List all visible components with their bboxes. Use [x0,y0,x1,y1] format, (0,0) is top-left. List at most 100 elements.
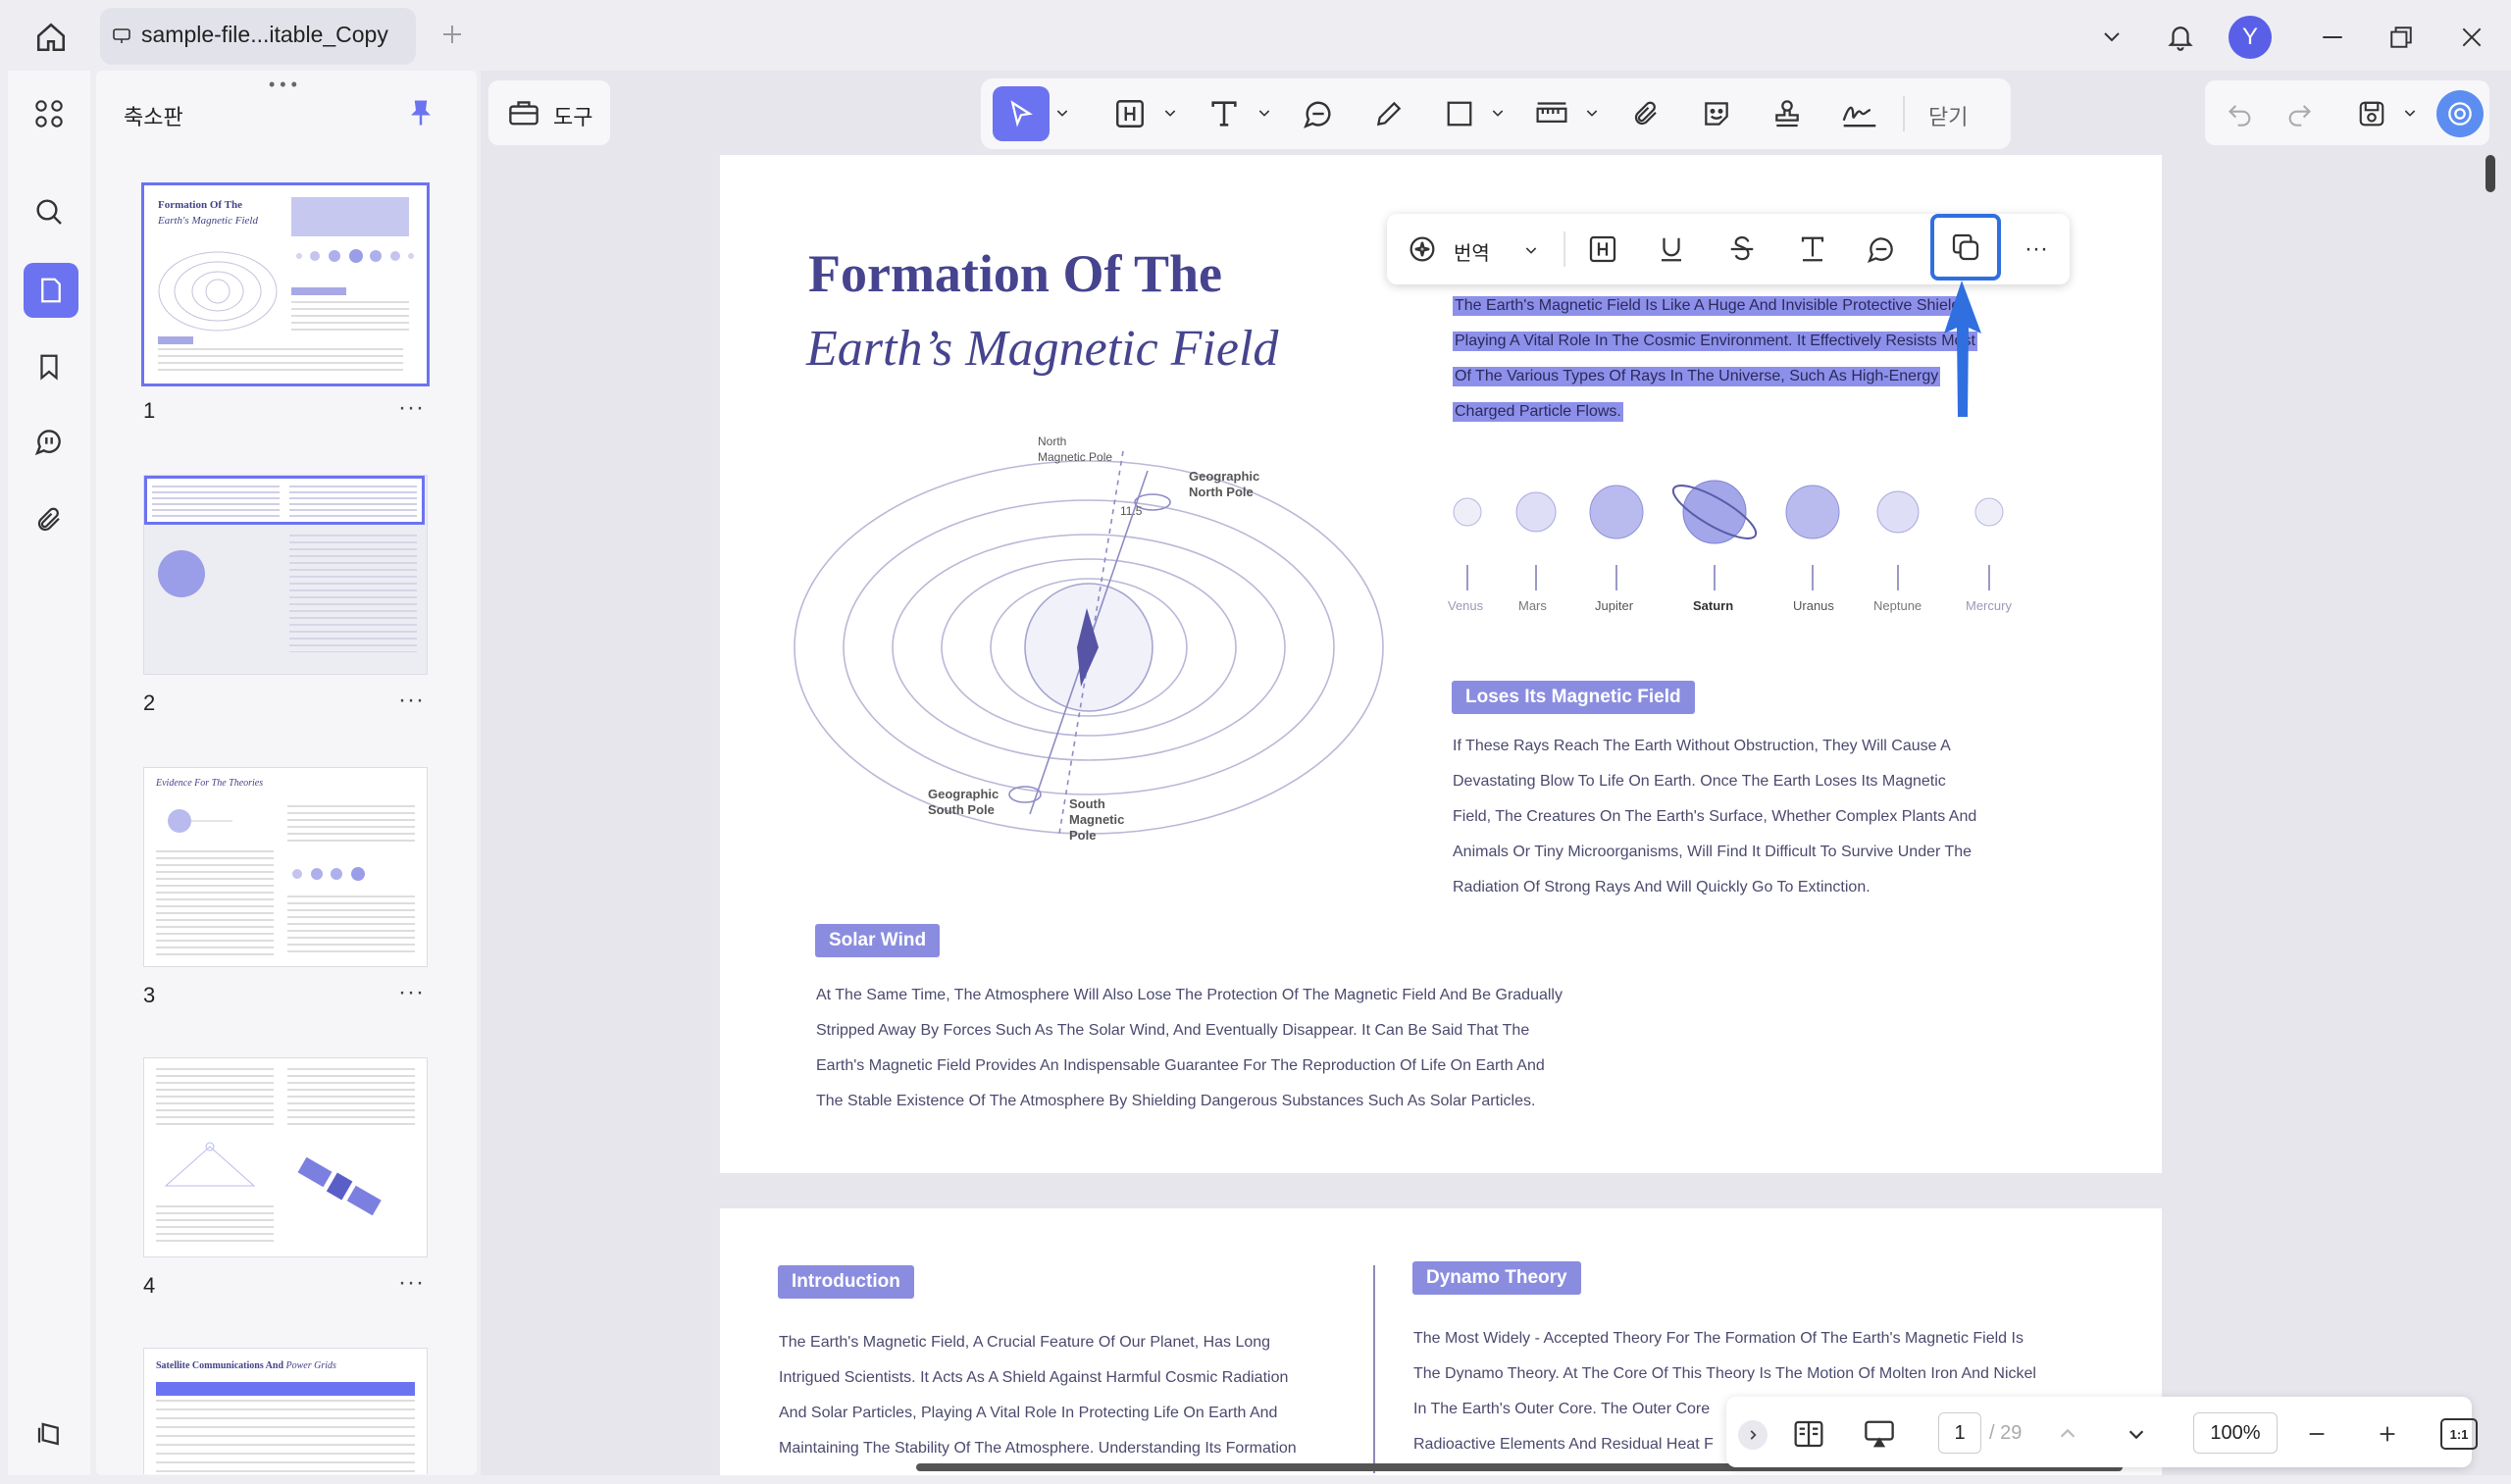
text-replace-icon[interactable] [1791,228,1834,271]
presentation-icon[interactable] [1858,1412,1901,1456]
chevron-down-icon[interactable] [1487,102,1509,124]
thumbnail-more-button[interactable]: ··· [398,1269,425,1297]
comments-icon[interactable] [27,420,71,463]
apps-grid-icon[interactable] [27,92,71,135]
save-icon[interactable] [2350,92,2393,135]
zoom-out-icon[interactable] [2299,1416,2334,1452]
thumbnail-page-2[interactable] [143,475,428,675]
south-magnetic-pole-label: South Magnetic Pole [1069,796,1125,843]
highlight-text-icon[interactable] [1581,228,1624,271]
tools-label: 도구 [553,105,593,129]
measure-tool-icon[interactable] [1530,92,1573,135]
paragraph-line: Stripped Away By Forces Such As The Sola… [816,1022,1530,1039]
paragraph-line: Animals Or Tiny Microorganisms, Will Fin… [1453,844,1973,860]
signature-icon[interactable] [1836,92,1883,135]
attachment-icon[interactable] [27,498,71,541]
toolbar-divider [1563,231,1565,267]
thumb-5-title-italic: Power Grids [285,1360,336,1371]
user-avatar[interactable]: Y [2229,16,2272,59]
chevron-down-icon[interactable] [1520,239,1542,261]
thumbnail-more-button[interactable]: ··· [398,687,425,714]
close-annotation-button[interactable]: 닫기 [1928,100,1968,131]
highlight-tool-icon[interactable] [1108,92,1152,135]
next-page-icon[interactable] [2119,1416,2154,1452]
chevron-down-icon[interactable] [1581,102,1603,124]
comment-tool-icon[interactable] [1297,92,1340,135]
thumbnail-page-4[interactable] [143,1057,428,1257]
zoom-level[interactable]: 100% [2193,1412,2278,1454]
sticker-icon[interactable] [1695,92,1738,135]
page-layout-icon[interactable] [1787,1412,1830,1456]
thumb-3-text [156,850,274,958]
paragraph-line: Earth's Magnetic Field Provides An Indis… [816,1057,1545,1074]
paperclip-icon[interactable] [1624,92,1667,135]
strikethrough-icon[interactable] [1720,228,1764,271]
thumbnail-page-1[interactable]: Formation Of The Earth's Magnetic Field [141,182,430,386]
thumbnail-more-button[interactable]: ··· [398,394,425,422]
planet-label: Saturn [1693,598,1734,613]
rectangle-tool-icon[interactable] [1438,92,1481,135]
previous-page-icon[interactable] [2050,1416,2085,1452]
thumbnail-page-3[interactable]: Evidence For The Theories [143,767,428,967]
thumbnail-number: 3 [143,983,156,1007]
chevron-down-icon[interactable] [2399,102,2421,124]
more-options-button[interactable]: ··· [2024,235,2048,263]
minimize-icon[interactable] [2315,20,2350,55]
chevron-down-icon[interactable] [2095,20,2128,53]
paragraph-line: At The Same Time, The Atmosphere Will Al… [816,987,1563,1003]
thumbnails-icon[interactable] [24,263,78,318]
restore-icon[interactable] [2383,20,2419,55]
selected-text-line[interactable]: Of The Various Types Of Rays In The Univ… [1453,367,1941,386]
selected-text-line[interactable]: The Earth's Magnetic Field Is Like A Hug… [1453,296,1967,316]
planet-label: Jupiter [1595,598,1634,613]
pencil-tool-icon[interactable] [1367,92,1410,135]
chevron-down-icon[interactable] [1051,102,1073,124]
north-magnetic-pole-label: North Magnetic Pole [1038,435,1113,464]
underline-icon[interactable] [1650,228,1693,271]
copy-icon[interactable] [1930,214,2001,281]
select-tool-icon[interactable] [993,86,1050,141]
new-tab-plus-icon[interactable] [437,20,467,49]
stamp-icon[interactable] [1766,92,1809,135]
bell-icon[interactable] [2162,18,2199,55]
chevron-down-icon[interactable] [1254,102,1275,124]
collapse-arrow-icon[interactable] [1738,1420,1768,1450]
vertical-scrollbar[interactable] [2485,155,2495,192]
selected-text-line[interactable]: Charged Particle Flows. [1453,402,1623,422]
thumbnail-more-button[interactable]: ··· [398,979,425,1006]
undo-icon[interactable] [2219,92,2262,135]
comment-icon[interactable] [1860,228,1903,271]
panel-title: 축소판 [124,105,183,129]
paragraph-line: If These Rays Reach The Earth Without Ob… [1453,738,1951,754]
close-window-icon[interactable] [2454,20,2489,55]
thumb-4-diagram [164,1142,256,1187]
pin-icon[interactable] [402,94,439,131]
geographic-south-pole-label: Geographic South Pole [928,787,999,817]
chevron-down-icon[interactable] [1159,102,1181,124]
planet-label: Mars [1518,598,1547,613]
paragraph-line: Maintaining The Stability Of The Atmosph… [779,1440,1297,1457]
paragraph-line: The Dynamo Theory. At The Core Of This T… [1413,1365,2036,1382]
translate-icon[interactable] [1401,230,1444,269]
translate-button-label[interactable]: 번역 [1454,237,1490,266]
redo-icon[interactable] [2278,92,2321,135]
panel-drag-handle[interactable]: • • • [269,75,297,95]
thumbnail-number: 4 [143,1273,156,1298]
ai-assistant-icon[interactable] [2436,90,2484,137]
layers-icon[interactable] [27,1412,71,1456]
thumb-2-globe [158,550,205,597]
text-tool-icon[interactable] [1203,92,1246,135]
thumbnail-page-5[interactable]: Satellite Communications And Power Grids [143,1348,428,1474]
search-icon[interactable] [27,190,71,233]
thumb-3-dots [292,867,365,881]
section-heading: Solar Wind [815,924,941,957]
thumb-1-tag-2 [158,336,193,344]
current-page-input[interactable]: 1 [1938,1412,1981,1454]
bookmark-icon[interactable] [27,345,71,388]
home-icon[interactable] [29,18,73,57]
zoom-in-icon[interactable] [2370,1416,2405,1452]
paragraph-line: Intrigued Scientists. It Acts As A Shiel… [779,1369,1289,1386]
selected-text-line[interactable]: Playing A Vital Role In The Cosmic Envir… [1453,332,1977,351]
thumb-4-text-c [287,1068,415,1127]
actual-size-button[interactable]: 1:1 [2440,1418,2478,1450]
